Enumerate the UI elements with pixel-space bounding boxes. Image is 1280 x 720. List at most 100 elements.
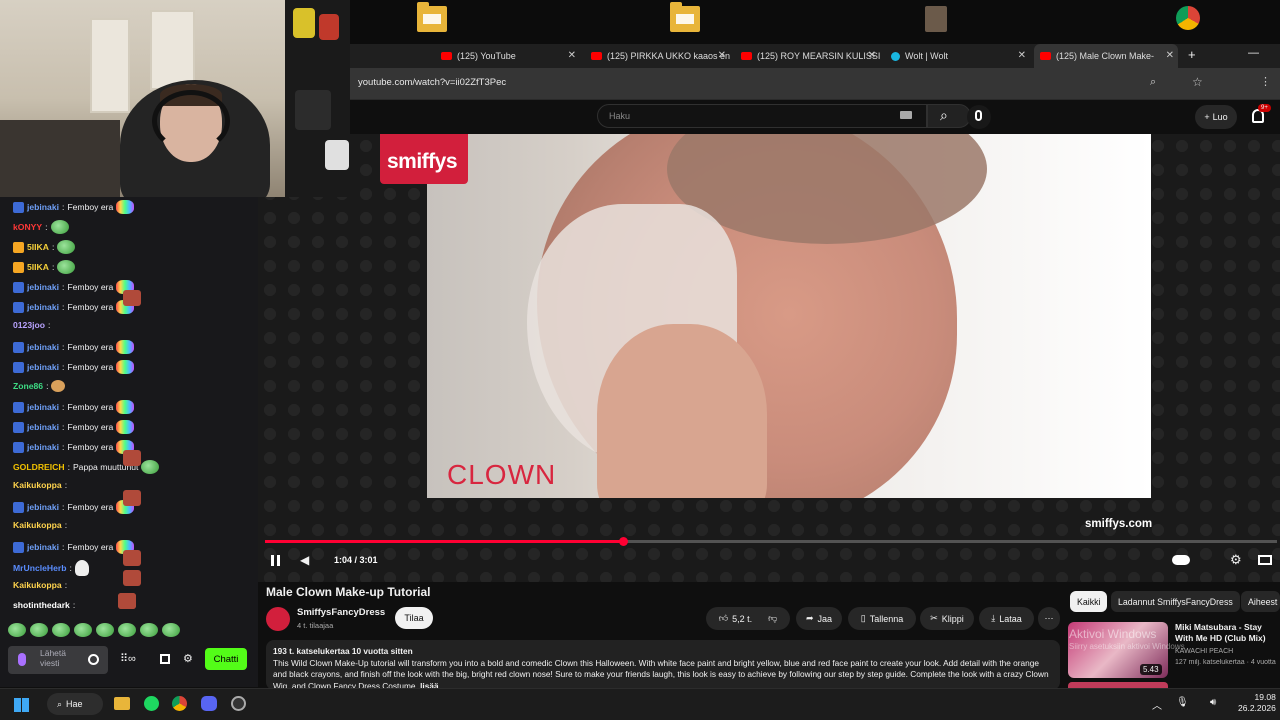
close-tab-icon[interactable]: ✕: [1166, 50, 1174, 61]
chip-uploaded-by[interactable]: Ladannut SmiffysFancyDress: [1111, 591, 1240, 612]
chat-username[interactable]: 0123joo: [13, 320, 45, 330]
chat-tools-icon[interactable]: ⠿∞: [120, 652, 136, 665]
autoplay-toggle[interactable]: [1172, 555, 1190, 565]
taskbar-search[interactable]: ⌕ Hae: [47, 693, 103, 715]
chat-username[interactable]: GOLDREICH: [13, 462, 65, 472]
chat-username[interactable]: jebinaki: [27, 542, 59, 552]
channel-name[interactable]: SmiffysFancyDress: [297, 607, 385, 618]
shop-icon[interactable]: [160, 654, 170, 664]
chat-username[interactable]: 5IIKA: [27, 242, 49, 252]
emote-icon[interactable]: [118, 593, 136, 609]
chat-username[interactable]: jebinaki: [27, 302, 59, 312]
keyboard-icon[interactable]: [900, 111, 912, 119]
chat-text: Femboy era: [67, 362, 114, 372]
chat-username[interactable]: jebinaki: [27, 202, 59, 212]
obs-icon[interactable]: [231, 696, 246, 711]
chat-username[interactable]: jebinaki: [27, 362, 59, 372]
emote-icon: [123, 570, 141, 586]
chat-username[interactable]: jebinaki: [27, 422, 59, 432]
emoji-icon[interactable]: [88, 654, 99, 665]
subscribe-button[interactable]: Tilaa: [395, 607, 433, 629]
tab-youtube[interactable]: (125) YouTube ✕: [435, 44, 580, 68]
new-tab-button[interactable]: +: [1188, 47, 1196, 62]
settings-gear-icon[interactable]: ⚙: [1230, 552, 1242, 568]
download-button[interactable]: ⤓ Lataa: [979, 607, 1034, 630]
chat-username[interactable]: jebinaki: [27, 502, 59, 512]
clip-button[interactable]: ✂ Klippi: [920, 607, 974, 630]
create-button[interactable]: + Luo: [1195, 105, 1237, 129]
chat-username[interactable]: Zone86: [13, 381, 43, 391]
chip-related[interactable]: Aiheest: [1241, 591, 1280, 612]
tab-wolt[interactable]: Wolt | Wolt ✕: [885, 44, 1030, 68]
close-tab-icon[interactable]: ✕: [568, 50, 576, 61]
chrome-icon[interactable]: [172, 696, 187, 711]
chrome-icon[interactable]: [1176, 6, 1200, 30]
emote-icon[interactable]: [118, 623, 136, 637]
chat-username[interactable]: jebinaki: [27, 342, 59, 352]
share-button[interactable]: ➦ Jaa: [796, 607, 842, 630]
close-tab-icon[interactable]: ✕: [1018, 50, 1026, 61]
chat-settings-icon[interactable]: ⚙: [183, 652, 193, 665]
emote-icon[interactable]: [96, 623, 114, 637]
video-frame[interactable]: [427, 134, 1151, 498]
emote-icon[interactable]: [162, 623, 180, 637]
emote-icon[interactable]: [52, 623, 70, 637]
save-button[interactable]: ▯ Tallenna: [848, 607, 916, 630]
game-icon[interactable]: [925, 6, 947, 32]
discord-icon[interactable]: [201, 696, 217, 711]
channel-avatar[interactable]: [266, 607, 290, 631]
webcam-overlay: [0, 0, 350, 197]
chat-username[interactable]: Kaikukoppa: [13, 480, 62, 490]
chip-all[interactable]: Kaikki: [1070, 591, 1108, 612]
pause-icon[interactable]: [271, 555, 274, 566]
description-box[interactable]: 193 t. katselukertaa 10 vuotta sitten Th…: [266, 640, 1060, 690]
tab-male-clown[interactable]: (125) Male Clown Make- ✕: [1034, 44, 1178, 68]
spotify-icon[interactable]: [144, 696, 159, 711]
search-button[interactable]: ⌕: [927, 104, 971, 128]
close-tab-icon[interactable]: ✕: [718, 50, 726, 61]
recommendation-title[interactable]: Miki Matsubara - Stay With Me HD (Club M…: [1175, 622, 1280, 644]
chat-username[interactable]: jebinaki: [27, 282, 59, 292]
chat-username[interactable]: Kaikukoppa: [13, 520, 62, 530]
more-actions-button[interactable]: ⋯: [1038, 607, 1060, 630]
chat-username[interactable]: jebinaki: [27, 442, 59, 452]
tab-roy[interactable]: (125) ROY MEARSIN KULISSI ✕: [735, 44, 880, 68]
address-bar[interactable]: youtube.com/watch?v=ii02ZfT3Pec ⌕ ☆ ⋮: [350, 68, 1280, 100]
chat-username[interactable]: 5IIKA: [27, 262, 49, 272]
like-count[interactable]: 5,2 t.: [732, 614, 752, 624]
taskbar-clock[interactable]: 19.08 26.2.2026: [1238, 692, 1276, 714]
mic-icon[interactable]: 🎙︎: [1176, 697, 1189, 708]
emote-icon[interactable]: [74, 623, 92, 637]
chat-colon: :: [48, 320, 51, 330]
chat-username[interactable]: kONYY: [13, 222, 42, 232]
thumbs-down-icon[interactable]: 👎︎: [768, 613, 777, 624]
chat-message: jebinaki: Femboy era: [13, 340, 135, 354]
thumbs-up-icon[interactable]: 👍︎: [719, 613, 728, 624]
mic-icon[interactable]: [18, 653, 26, 666]
folder-icon[interactable]: [670, 2, 700, 32]
chat-username[interactable]: shotinthedark: [13, 600, 70, 610]
file-explorer-icon[interactable]: [114, 697, 130, 710]
zoom-icon[interactable]: ⌕: [1150, 76, 1156, 89]
tab-pirkka[interactable]: (125) PIRKKA UKKO kaaos en ✕: [585, 44, 730, 68]
windows-start-icon[interactable]: [14, 697, 29, 712]
tray-chevron-icon[interactable]: ︿: [1152, 697, 1162, 712]
emote-icon[interactable]: [8, 623, 26, 637]
chat-username[interactable]: MrUncleHerb: [13, 563, 66, 573]
minimize-button[interactable]: —: [1248, 47, 1259, 59]
voice-search-button[interactable]: [967, 105, 991, 129]
chat-send-button[interactable]: Chatti: [205, 648, 247, 670]
chat-username[interactable]: Kaikukoppa: [13, 580, 62, 590]
menu-icon[interactable]: ⋮: [1260, 75, 1271, 88]
volume-icon[interactable]: ◀: [300, 553, 309, 567]
theater-mode-icon[interactable]: [1258, 555, 1272, 565]
bookmark-star-icon[interactable]: ☆: [1192, 75, 1203, 89]
emote-icon[interactable]: [140, 623, 158, 637]
search-input[interactable]: Haku: [597, 104, 927, 128]
close-tab-icon[interactable]: ✕: [868, 50, 876, 61]
folder-icon[interactable]: [417, 2, 447, 32]
speaker-icon[interactable]: 🔊︎: [1210, 697, 1216, 708]
chat-username[interactable]: jebinaki: [27, 402, 59, 412]
emote-icon: [50, 220, 69, 234]
emote-icon[interactable]: [30, 623, 48, 637]
